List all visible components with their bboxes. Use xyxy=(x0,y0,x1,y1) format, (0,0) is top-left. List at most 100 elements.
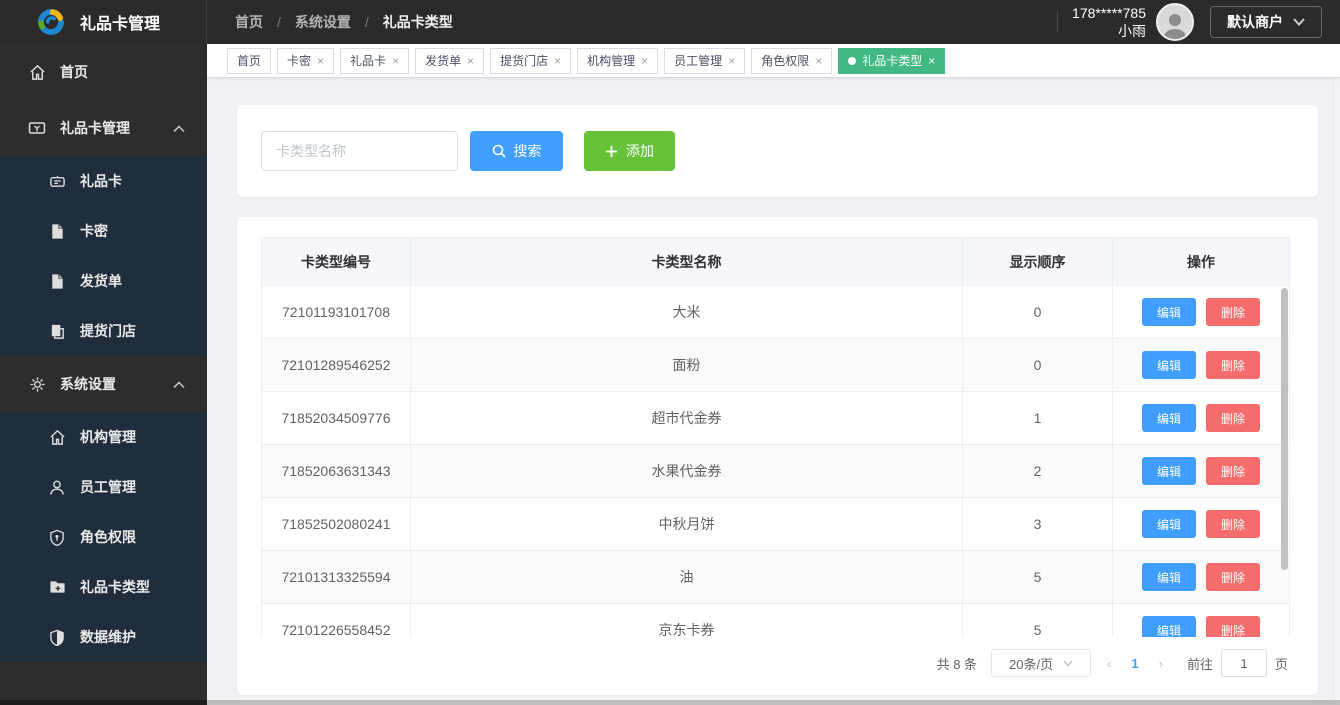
merchant-label: 默认商户 xyxy=(1227,12,1283,32)
tab-giftcard-type-active[interactable]: 礼品卡类型× xyxy=(838,48,945,74)
tab-label: 员工管理 xyxy=(674,52,722,69)
delete-button[interactable]: 删除 xyxy=(1206,351,1260,379)
delete-button[interactable]: 删除 xyxy=(1206,616,1260,637)
sidebar-group-settings[interactable]: 系统设置 xyxy=(0,356,207,412)
table-vertical-scrollbar[interactable] xyxy=(1281,288,1288,570)
sidebar-item-role-permission[interactable]: 角色权限 xyxy=(0,512,207,562)
sidebar-footer-strip xyxy=(0,700,207,705)
add-button[interactable]: 添加 xyxy=(584,131,675,171)
sidebar-item-label: 首页 xyxy=(60,62,88,82)
app-logo-icon xyxy=(36,7,66,37)
sidebar-item-giftcard-type[interactable]: 礼品卡类型 xyxy=(0,562,207,612)
delete-button[interactable]: 删除 xyxy=(1206,298,1260,326)
breadcrumb-separator: / xyxy=(277,14,281,30)
sidebar-item-org-management[interactable]: 机构管理 xyxy=(0,412,207,462)
cell-actions: 编辑 删除 xyxy=(1113,604,1289,637)
close-icon[interactable]: × xyxy=(641,54,648,68)
chevron-up-icon xyxy=(173,120,185,136)
edit-button[interactable]: 编辑 xyxy=(1142,563,1196,591)
avatar[interactable] xyxy=(1156,3,1194,41)
edit-button[interactable]: 编辑 xyxy=(1142,404,1196,432)
sidebar-item-staff-management[interactable]: 员工管理 xyxy=(0,462,207,512)
sidebar-item-label: 系统设置 xyxy=(60,374,116,394)
data-table: 卡类型编号 卡类型名称 显示顺序 操作 72101193101708 大米 0 … xyxy=(261,237,1290,637)
copy-document-icon xyxy=(48,322,66,340)
page-size-select[interactable]: 20条/页 xyxy=(991,649,1091,677)
cell-card-type-name: 油 xyxy=(411,551,963,604)
tab-staff-management[interactable]: 员工管理 × xyxy=(664,48,745,74)
sidebar-item-label: 礼品卡 xyxy=(80,171,122,191)
window-horizontal-scrollbar[interactable] xyxy=(207,700,1340,705)
tab-shipment[interactable]: 发货单× xyxy=(415,48,484,74)
sidebar-item-shipment[interactable]: 发货单 xyxy=(0,256,207,306)
close-icon[interactable]: × xyxy=(392,54,399,68)
close-icon[interactable]: × xyxy=(554,54,561,68)
cell-card-type-id: 72101226558452 xyxy=(262,604,411,637)
tab-cardkey[interactable]: 卡密× xyxy=(277,48,334,74)
cell-card-type-name: 大米 xyxy=(411,286,963,339)
goto-label: 前往 xyxy=(1187,654,1213,673)
tab-org-management[interactable]: 机构管理× xyxy=(577,48,658,74)
next-page-button[interactable]: › xyxy=(1151,656,1171,671)
close-icon[interactable]: × xyxy=(815,54,822,68)
cell-card-type-id: 72101289546252 xyxy=(262,339,411,392)
search-input[interactable] xyxy=(261,131,458,171)
cell-display-order: 1 xyxy=(963,392,1113,445)
sidebar-group-giftcard[interactable]: 礼品卡管理 xyxy=(0,100,207,156)
sidebar: 首页 礼品卡管理 礼品卡 卡密 发货单 xyxy=(0,44,207,705)
edit-button[interactable]: 编辑 xyxy=(1142,298,1196,326)
edit-button[interactable]: 编辑 xyxy=(1142,351,1196,379)
tab-role-permission[interactable]: 角色权限× xyxy=(751,48,832,74)
pagination: 共 8 条 20条/页 ‹ 1 › 前往 页 xyxy=(261,649,1290,677)
sidebar-item-giftcard[interactable]: 礼品卡 xyxy=(0,156,207,206)
close-icon[interactable]: × xyxy=(317,54,324,68)
delete-button[interactable]: 删除 xyxy=(1206,457,1260,485)
cell-actions: 编辑 删除 xyxy=(1113,392,1289,445)
close-icon[interactable]: × xyxy=(928,54,935,68)
submenu-giftcard: 礼品卡 卡密 发货单 提货门店 xyxy=(0,156,207,356)
prev-page-button[interactable]: ‹ xyxy=(1099,656,1119,671)
merchant-select-button[interactable]: 默认商户 xyxy=(1210,6,1322,38)
tab-giftcard[interactable]: 礼品卡× xyxy=(340,48,409,74)
cell-actions: 编辑 删除 xyxy=(1113,339,1289,392)
window-vertical-scrollbar[interactable] xyxy=(1333,78,1340,700)
table-header-row: 卡类型编号 卡类型名称 显示顺序 操作 xyxy=(262,238,1289,286)
sidebar-item-cardkey[interactable]: 卡密 xyxy=(0,206,207,256)
delete-button[interactable]: 删除 xyxy=(1206,563,1260,591)
column-header: 显示顺序 xyxy=(963,238,1113,286)
sidebar-item-data-maintenance[interactable]: 数据维护 xyxy=(0,612,207,662)
search-button-label: 搜索 xyxy=(514,141,542,161)
cell-card-type-name: 超市代金券 xyxy=(411,392,963,445)
header-right: 178*****785 小雨 默认商户 xyxy=(1057,3,1340,41)
cell-actions: 编辑 删除 xyxy=(1113,445,1289,498)
breadcrumb-system[interactable]: 系统设置 xyxy=(295,12,351,32)
sidebar-item-label: 角色权限 xyxy=(80,527,136,547)
delete-button[interactable]: 删除 xyxy=(1206,404,1260,432)
search-card: 搜索 添加 xyxy=(237,105,1318,197)
delete-button[interactable]: 删除 xyxy=(1206,510,1260,538)
edit-button[interactable]: 编辑 xyxy=(1142,616,1196,637)
cell-card-type-id: 71852502080241 xyxy=(262,498,411,551)
edit-button[interactable]: 编辑 xyxy=(1142,457,1196,485)
sidebar-item-label: 发货单 xyxy=(80,271,122,291)
document-icon xyxy=(48,222,66,240)
goto-page-input[interactable] xyxy=(1221,649,1267,677)
tab-pickup-store[interactable]: 提货门店× xyxy=(490,48,571,74)
main-content: 搜索 添加 卡类型编号 卡类型名称 显示顺序 操作 72101193101708… xyxy=(207,78,1340,700)
edit-button[interactable]: 编辑 xyxy=(1142,510,1196,538)
tab-home[interactable]: 首页 xyxy=(227,48,271,74)
sidebar-item-label: 提货门店 xyxy=(80,321,136,341)
sidebar-item-pickup-store[interactable]: 提货门店 xyxy=(0,306,207,356)
pagination-total: 共 8 条 xyxy=(937,654,977,673)
user-icon xyxy=(48,478,66,496)
table-row: 71852502080241 中秋月饼 3 编辑 删除 xyxy=(262,498,1289,551)
breadcrumb-home[interactable]: 首页 xyxy=(235,12,263,32)
current-page[interactable]: 1 xyxy=(1127,656,1142,671)
cell-display-order: 3 xyxy=(963,498,1113,551)
table-card: 卡类型编号 卡类型名称 显示顺序 操作 72101193101708 大米 0 … xyxy=(237,217,1318,695)
sidebar-item-home[interactable]: 首页 xyxy=(0,44,207,100)
close-icon[interactable]: × xyxy=(728,54,735,68)
close-icon[interactable]: × xyxy=(467,54,474,68)
table-body: 72101193101708 大米 0 编辑 删除 72101289546252… xyxy=(262,286,1289,637)
search-button[interactable]: 搜索 xyxy=(470,131,563,171)
